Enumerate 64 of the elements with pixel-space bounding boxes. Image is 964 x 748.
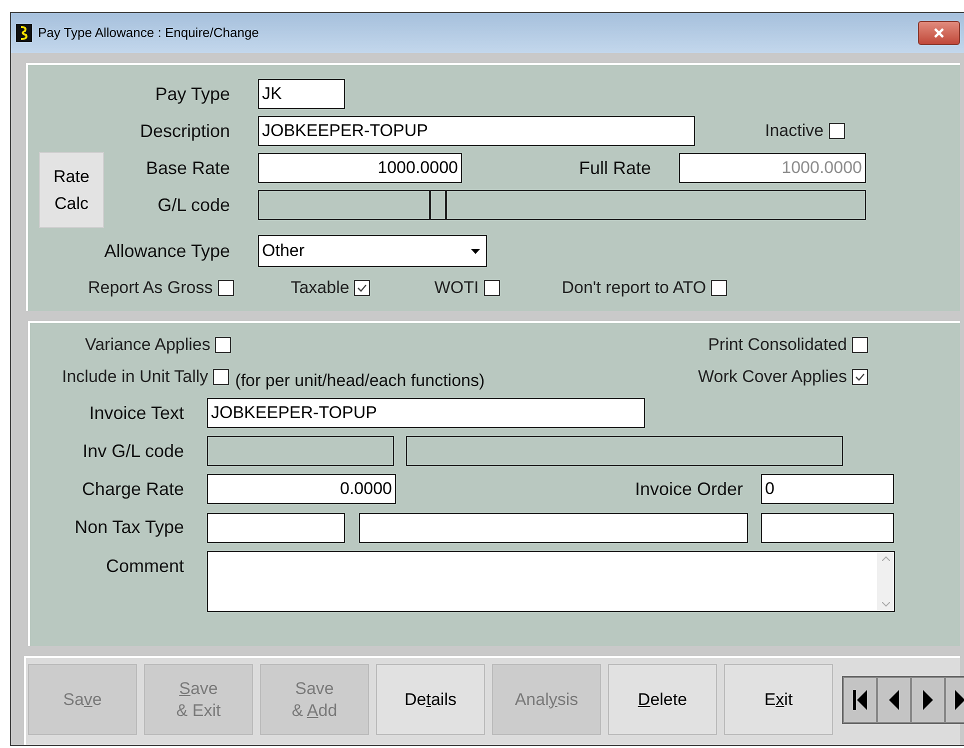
window-title: Pay Type Allowance : Enquire/Change [38, 24, 259, 42]
field-label: Invoice Text [88, 402, 184, 424]
field-label: Invoice Order [634, 478, 743, 500]
checkbox-label: WOTI [434, 277, 479, 300]
field-label: Full Rate [578, 156, 651, 180]
checkbox[interactable] [828, 123, 845, 139]
close-icon [933, 28, 945, 38]
first-button[interactable] [843, 676, 877, 722]
checkbox-label: Print Consolidated [708, 334, 847, 356]
checked-checkbox[interactable] [354, 280, 370, 296]
scroll-up-icon [882, 556, 890, 561]
dropdown-arrow-icon [471, 248, 480, 254]
app-icon [16, 24, 32, 42]
checked-checkbox[interactable] [852, 369, 868, 385]
gl-code-field[interactable] [430, 190, 446, 220]
checkbox-label: Include in Unit Tally [62, 366, 208, 388]
checkbox[interactable] [852, 337, 868, 353]
checkbox-label: Variance Applies [85, 334, 210, 356]
checkbox[interactable] [484, 280, 500, 296]
unit-tally-note: (for per unit/head/each functions) [235, 370, 485, 392]
comment-field[interactable] [207, 551, 895, 612]
checkbox-label: Taxable [290, 277, 350, 300]
field-label: Inv G/L code [82, 440, 184, 462]
checkbox-label: Inactive [765, 120, 824, 142]
field-label: Pay Type [154, 82, 230, 106]
allowance-type-dropdown[interactable]: Other [258, 235, 487, 267]
input-field[interactable]: 1000.0000 [258, 153, 462, 183]
checkbox-label: Don't report to ATO [562, 277, 706, 300]
next-button[interactable] [911, 676, 945, 722]
field-label: Description [138, 120, 230, 143]
inv-gl-code-field[interactable] [406, 436, 843, 466]
action-button[interactable]: Exit [724, 664, 833, 735]
checkbox[interactable] [218, 280, 234, 296]
non-tax-type-field[interactable] [761, 512, 894, 542]
input-field[interactable]: 0.0000 [207, 474, 396, 504]
checkmark-icon [854, 371, 866, 383]
scrollbar[interactable] [877, 552, 894, 611]
field-label: Charge Rate [80, 478, 184, 501]
gl-code-field[interactable] [446, 190, 866, 220]
checkmark-icon [356, 282, 368, 294]
non-tax-type-field[interactable] [359, 512, 748, 542]
field-label: Non Tax Type [74, 516, 184, 539]
checkbox[interactable] [711, 280, 728, 296]
previous-button[interactable] [877, 676, 911, 722]
gl-code-field[interactable] [258, 190, 430, 220]
close-button[interactable] [918, 21, 960, 45]
checkbox-label: Work Cover Applies [698, 366, 847, 388]
checkbox-label: Report As Gross [88, 277, 213, 300]
field-label: Base Rate [144, 156, 230, 180]
input-field[interactable]: JK [258, 79, 345, 109]
action-button[interactable]: Delete [608, 664, 717, 735]
input-field[interactable]: JOBKEEPER-TOPUP [258, 116, 695, 146]
field-label: G/L code [156, 194, 230, 216]
action-button[interactable]: Details [376, 664, 485, 735]
field-label: Comment [104, 555, 184, 578]
scroll-down-icon [882, 602, 890, 607]
input-field[interactable]: JOBKEEPER-TOPUP [207, 398, 645, 428]
inv-gl-code-field[interactable] [207, 436, 394, 466]
input-field[interactable]: 0 [761, 474, 894, 504]
checkbox[interactable] [213, 369, 230, 385]
non-tax-type-field[interactable] [207, 512, 345, 542]
checkbox[interactable] [215, 337, 232, 353]
field-label: Allowance Type [103, 240, 230, 263]
rate-calc-button[interactable]: Rate Calc [39, 152, 104, 228]
